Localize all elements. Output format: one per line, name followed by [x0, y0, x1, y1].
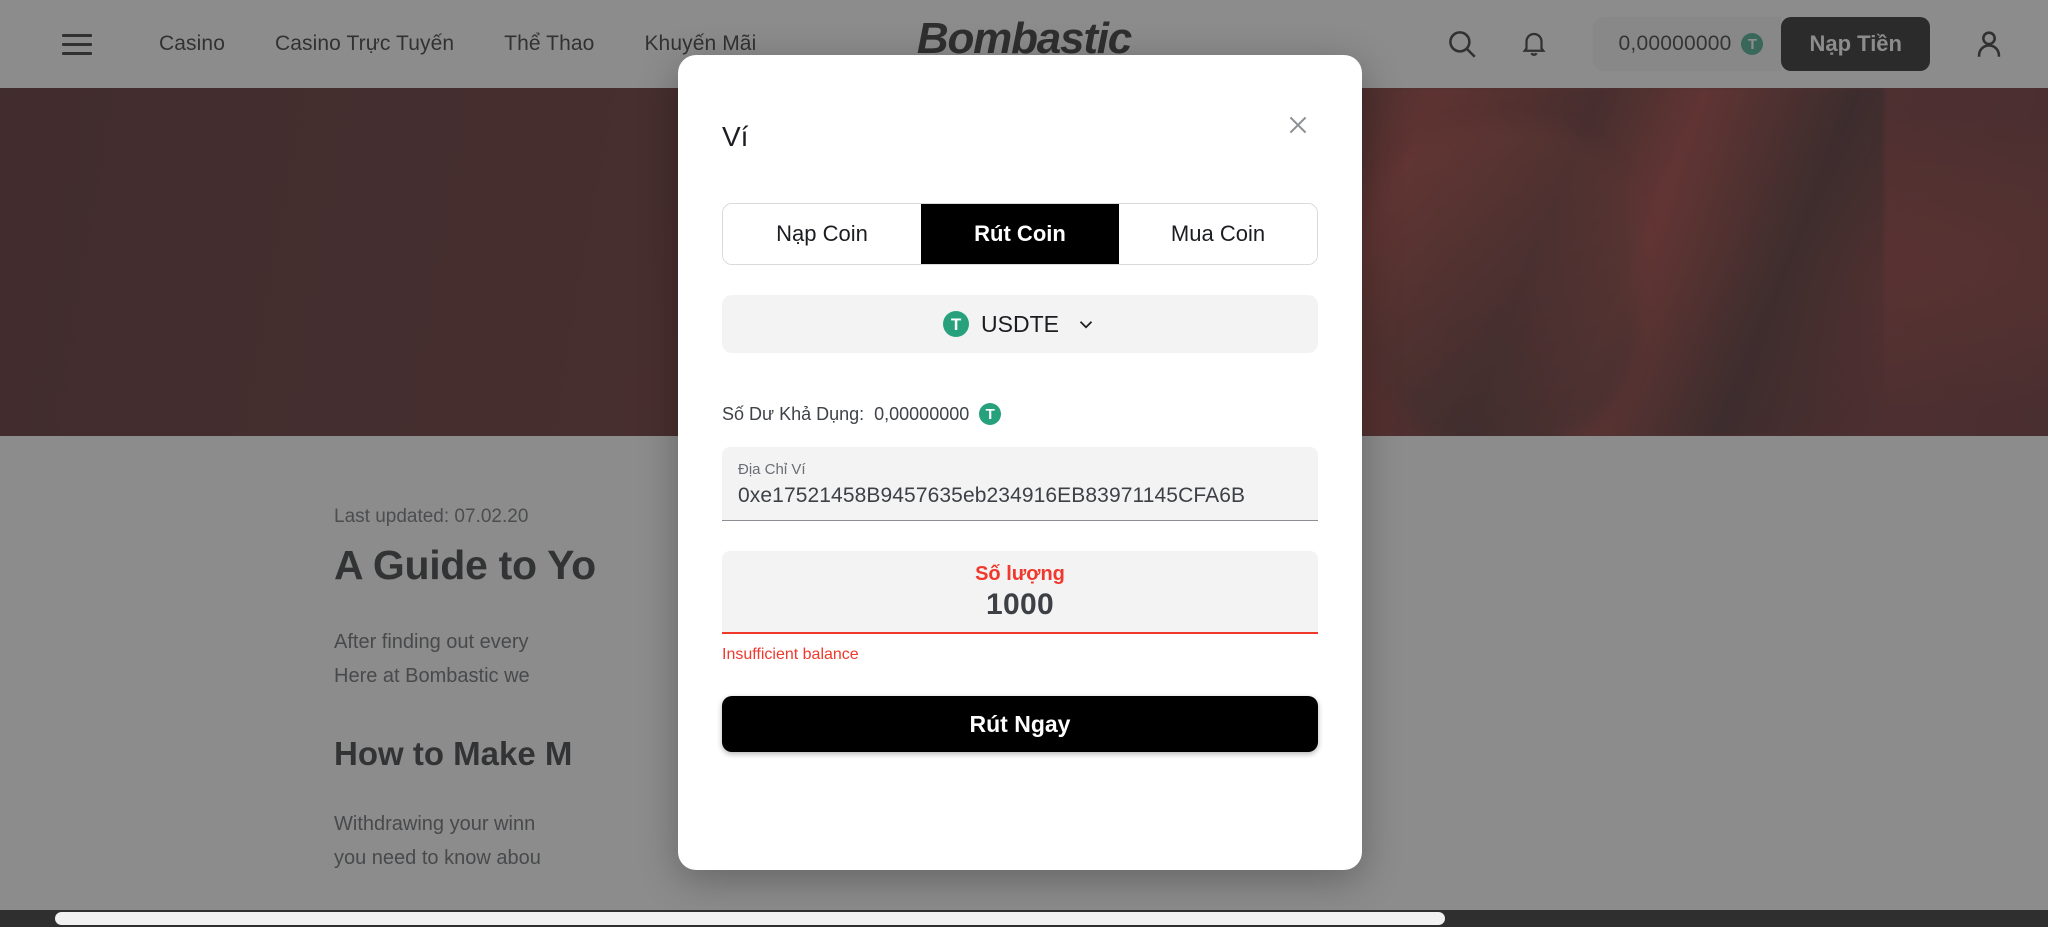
- screen-root: Last updated: 07.02.20 A Guide to Yo Aft…: [0, 0, 2048, 927]
- wallet-tabs: Nạp Coin Rút Coin Mua Coin: [722, 203, 1318, 265]
- withdraw-now-button[interactable]: Rút Ngay: [722, 696, 1318, 752]
- wallet-address-label: Địa Chỉ Ví: [738, 461, 806, 478]
- wallet-modal: Ví Nạp Coin Rút Coin Mua Coin T USDTE Số…: [678, 55, 1362, 870]
- tab-deposit-coin[interactable]: Nạp Coin: [723, 204, 921, 264]
- available-balance-row: Số Dư Khả Dụng: 0,00000000 T: [722, 403, 1318, 425]
- close-icon[interactable]: [1278, 105, 1318, 145]
- wallet-address-field[interactable]: Địa Chỉ Ví 0xe17521458B9457635eb234916EB…: [722, 447, 1318, 521]
- amount-error-message: Insufficient balance: [722, 646, 859, 663]
- chevron-down-icon: [1075, 313, 1097, 335]
- tab-withdraw-coin[interactable]: Rút Coin: [921, 204, 1119, 264]
- coin-select-dropdown[interactable]: T USDTE: [722, 295, 1318, 353]
- modal-title: Ví: [722, 121, 749, 152]
- coin-select-label: USDTE: [981, 310, 1059, 337]
- available-balance-value: 0,00000000: [874, 403, 970, 424]
- scrollbar-thumb[interactable]: [55, 912, 1445, 925]
- tab-buy-coin[interactable]: Mua Coin: [1119, 204, 1317, 264]
- usdt-coin-icon: T: [943, 311, 970, 337]
- available-balance-label: Số Dư Khả Dụng:: [722, 403, 865, 424]
- horizontal-scrollbar[interactable]: [0, 910, 2048, 927]
- usdt-coin-icon: T: [979, 403, 1002, 425]
- amount-label: Số lượng: [975, 563, 1065, 585]
- amount-field[interactable]: Số lượng 1000: [722, 551, 1318, 634]
- amount-value: 1000: [986, 588, 1054, 621]
- wallet-address-value: 0xe17521458B9457635eb234916EB83971145CFA…: [738, 484, 1246, 507]
